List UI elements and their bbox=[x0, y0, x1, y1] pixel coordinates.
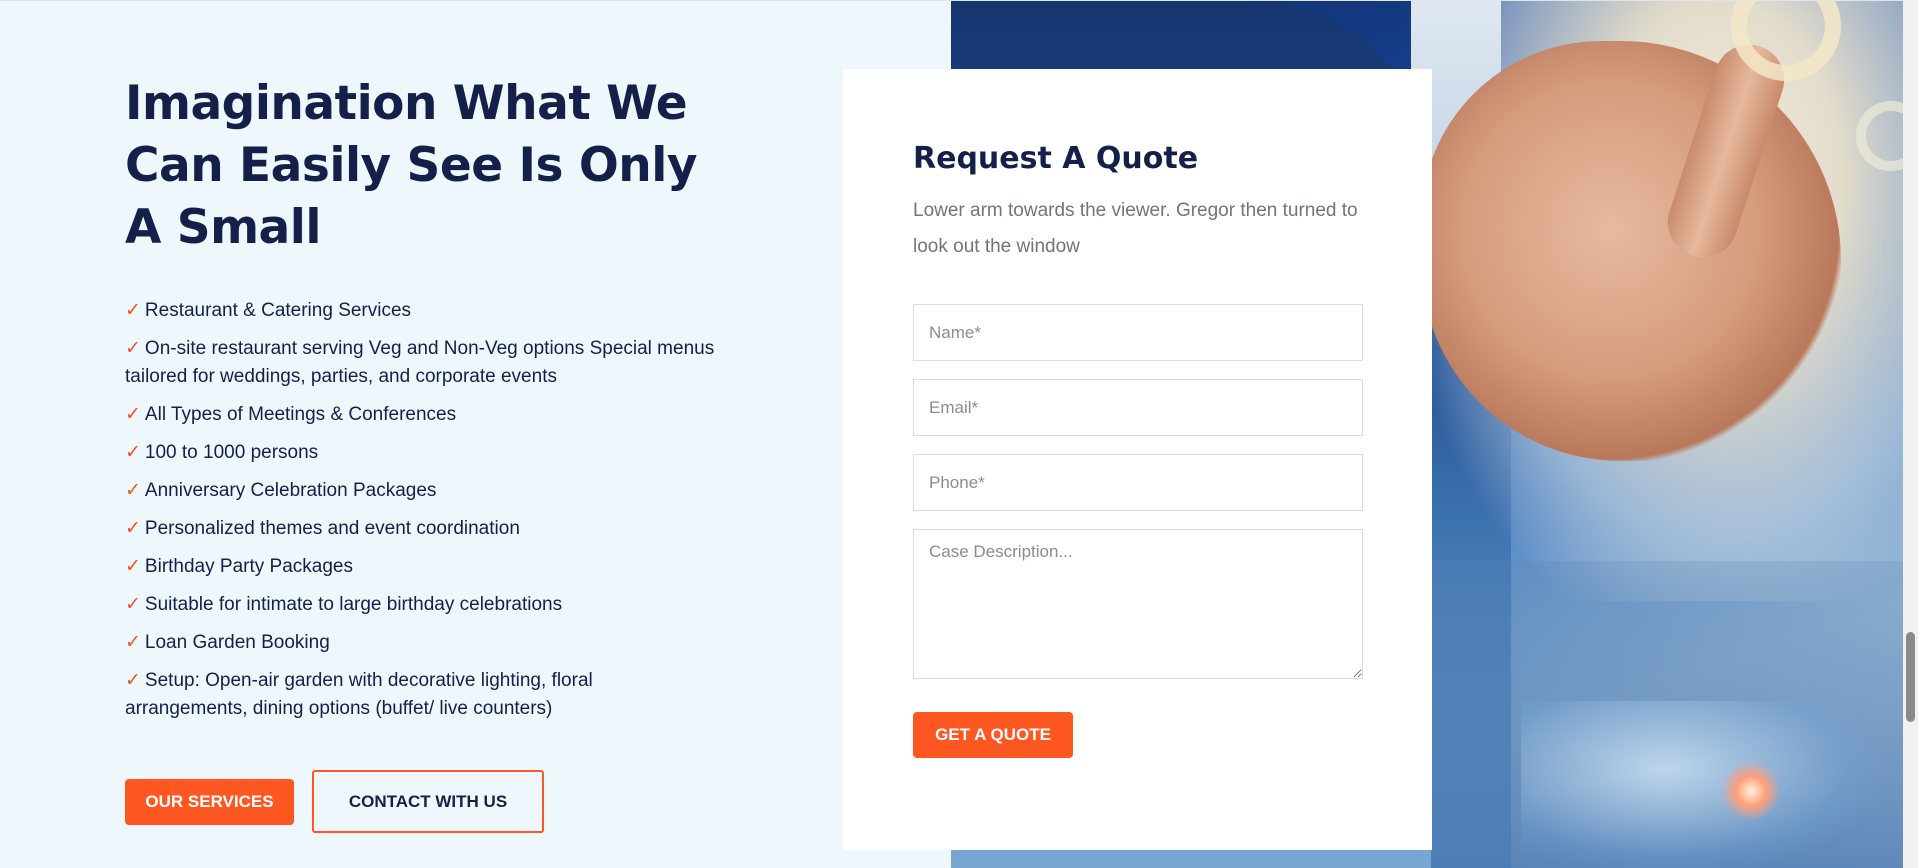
check-icon: ✓ bbox=[125, 441, 141, 463]
check-icon: ✓ bbox=[125, 555, 141, 577]
list-item: ✓ Loan Garden Booking bbox=[125, 631, 330, 653]
scrollbar-thumb[interactable] bbox=[1906, 632, 1915, 722]
phone-field[interactable] bbox=[913, 454, 1363, 511]
check-icon: ✓ bbox=[125, 593, 141, 615]
quote-form-title: Request A Quote bbox=[913, 141, 1199, 176]
page-title: Imagination What We Can Easily See Is On… bbox=[125, 76, 698, 255]
email-field[interactable] bbox=[913, 379, 1363, 436]
check-icon: ✓ bbox=[125, 479, 141, 501]
quote-form-description: Lower arm towards the viewer. Gregor the… bbox=[913, 200, 1358, 257]
quote-form-card: Request A Quote Lower arm towards the vi… bbox=[843, 69, 1432, 850]
list-item: ✓ Anniversary Celebration Packages bbox=[125, 479, 437, 501]
check-icon: ✓ bbox=[125, 669, 141, 691]
list-item: ✓ All Types of Meetings & Conferences bbox=[125, 403, 457, 425]
list-item: ✓ Birthday Party Packages bbox=[125, 555, 353, 577]
list-item: ✓ Suitable for intimate to large birthday… bbox=[125, 593, 563, 615]
check-icon: ✓ bbox=[125, 403, 141, 425]
page-scrollbar[interactable] bbox=[1903, 0, 1918, 868]
check-icon: ✓ bbox=[125, 517, 141, 539]
list-item: ✓ Restaurant & Catering Services bbox=[125, 299, 412, 321]
check-icon: ✓ bbox=[125, 299, 141, 321]
get-a-quote-button[interactable]: Get A Quote bbox=[913, 712, 1073, 758]
list-item: ✓ Personalized themes and event coordinat… bbox=[125, 517, 520, 539]
feature-list: ✓ Restaurant & Catering Services ✓ On-site… bbox=[125, 296, 715, 732]
our-services-button[interactable]: Our Services bbox=[125, 779, 294, 825]
case-description-field[interactable] bbox=[913, 529, 1363, 679]
list-item: ✓ Setup: Open-air garden with decorative … bbox=[125, 669, 593, 719]
name-field[interactable] bbox=[913, 304, 1363, 361]
contact-with-us-button[interactable]: Contact With Us bbox=[312, 770, 544, 833]
list-item: ✓ 100 to 1000 persons bbox=[125, 441, 319, 463]
check-icon: ✓ bbox=[125, 631, 141, 653]
check-icon: ✓ bbox=[125, 337, 141, 359]
list-item: ✓ On-site restaurant serving Veg and Non-… bbox=[125, 337, 715, 387]
